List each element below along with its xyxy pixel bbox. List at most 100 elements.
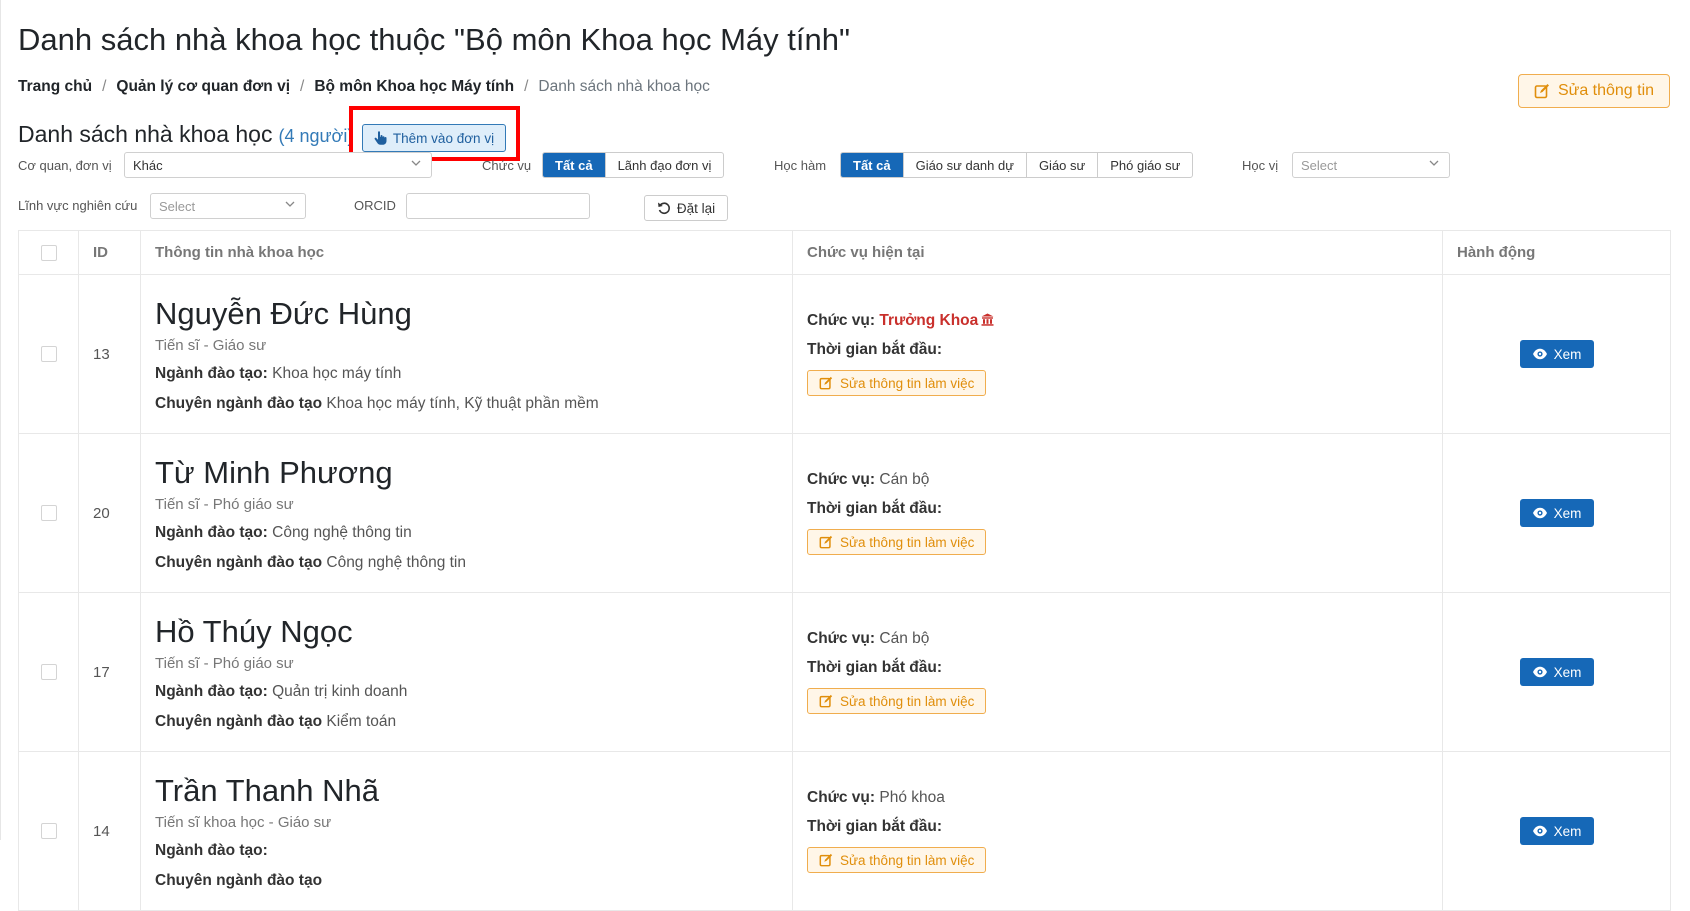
table-row: 20 Từ Minh Phương Tiến sĩ - Phó giáo sư Ngà…	[18, 433, 1671, 593]
eye-icon	[1532, 348, 1547, 360]
row-select-cell	[18, 592, 79, 752]
row-checkbox[interactable]	[40, 664, 57, 680]
scientist-degree: Tiến sĩ - Giáo sư	[155, 337, 267, 354]
add-to-unit-label: Thêm vào đơn vị	[392, 130, 495, 146]
breadcrumb-department[interactable]: Bộ môn Khoa học Máy tính	[314, 78, 514, 96]
degree-select[interactable]: Select	[1292, 152, 1450, 178]
specialization-label: Chuyên ngành đào tạo	[155, 713, 323, 730]
reset-button[interactable]: Đặt lại	[644, 195, 728, 221]
select-all-checkbox[interactable]	[40, 244, 57, 261]
table-row: 13 Nguyễn Đức Hùng Tiến sĩ - Giáo sư Ngành …	[18, 274, 1671, 434]
edit-work-info-button[interactable]: Sửa thông tin làm việc	[807, 688, 987, 714]
row-checkbox[interactable]	[40, 823, 57, 839]
edit-work-info-button[interactable]: Sửa thông tin làm việc	[807, 529, 987, 555]
table-header-row: ID Thông tin nhà khoa học Chức vụ hiện t…	[18, 230, 1671, 275]
position-label: Chức vụ:	[807, 630, 876, 647]
position-line: Chức vụ: Cán bộ	[807, 630, 1428, 648]
major-value: Công nghệ thông tin	[272, 524, 412, 541]
undo-icon	[657, 202, 670, 214]
position-label: Chức vụ:	[807, 312, 876, 329]
research-field-select[interactable]: Select	[150, 193, 306, 219]
current-position-cell: Chức vụ: Cán bộ Thời gian bắt đầu: Sửa th…	[792, 433, 1443, 593]
position-option-leader[interactable]: Lãnh đạo đơn vị	[604, 153, 724, 177]
row-id: 17	[78, 592, 141, 752]
scientist-specialization: Chuyên ngành đào tạo Công nghệ thông tin	[155, 554, 778, 572]
major-label: Ngành đào tạo:	[155, 842, 268, 859]
academic-title-filter-label: Học hàm	[774, 158, 827, 173]
eye-icon	[1532, 507, 1547, 519]
edit-work-info-label: Sửa thông tin làm việc	[840, 693, 975, 709]
breadcrumb-home[interactable]: Trang chủ	[18, 78, 92, 96]
table-row: 17 Hồ Thúy Ngọc Tiến sĩ - Phó giáo sư Ngành…	[18, 592, 1671, 752]
select-all-cell	[18, 230, 79, 275]
page-left-border	[0, 0, 1, 840]
action-column-header: Hành động	[1442, 230, 1671, 275]
degree-select-placeholder: Select	[1301, 157, 1338, 173]
info-column-header: Thông tin nhà khoa học	[140, 230, 793, 275]
view-button[interactable]: Xem	[1519, 499, 1594, 527]
edit-work-info-button[interactable]: Sửa thông tin làm việc	[807, 370, 987, 396]
view-label: Xem	[1553, 505, 1582, 521]
position-filter-group: Tất cả Lãnh đạo đơn vị	[542, 152, 725, 178]
add-to-unit-button[interactable]: Thêm vào đơn vị	[362, 124, 506, 152]
position-line: Chức vụ: Cán bộ	[807, 471, 1428, 489]
view-button[interactable]: Xem	[1519, 658, 1594, 686]
major-label: Ngành đào tạo:	[155, 524, 268, 541]
scientists-table: ID Thông tin nhà khoa học Chức vụ hiện t…	[18, 230, 1671, 911]
breadcrumb: Trang chủ / Quản lý cơ quan đơn vị / Bộ …	[18, 78, 710, 96]
view-label: Xem	[1553, 346, 1582, 362]
unit-select-value: Khác	[133, 157, 163, 173]
scientist-specialization: Chuyên ngành đào tạo Kiểm toán	[155, 713, 778, 731]
specialization-value: Kiểm toán	[326, 713, 397, 730]
academic-title-option-professor[interactable]: Giáo sư	[1025, 153, 1097, 177]
reset-label: Đặt lại	[676, 200, 716, 216]
row-id: 14	[78, 751, 141, 911]
start-time-label: Thời gian bắt đầu:	[807, 341, 943, 358]
id-column-header: ID	[78, 230, 141, 275]
row-select-cell	[18, 433, 79, 593]
view-button[interactable]: Xem	[1519, 340, 1594, 368]
edit-info-button[interactable]: Sửa thông tin	[1518, 74, 1670, 108]
breadcrumb-unit-management[interactable]: Quản lý cơ quan đơn vị	[116, 78, 290, 96]
row-checkbox[interactable]	[40, 505, 57, 521]
position-option-all[interactable]: Tất cả	[543, 153, 605, 177]
start-time-line: Thời gian bắt đầu:	[807, 818, 1428, 836]
scientist-degree: Tiến sĩ - Phó giáo sư	[155, 655, 294, 672]
orcid-input[interactable]	[406, 193, 590, 219]
row-select-cell	[18, 274, 79, 434]
scientist-major: Ngành đào tạo:	[155, 842, 778, 860]
view-label: Xem	[1553, 664, 1582, 680]
position-value: Cán bộ	[879, 630, 930, 647]
scientist-major: Ngành đào tạo: Quản trị kinh doanh	[155, 683, 778, 701]
position-filter-label: Chức vụ	[482, 158, 532, 173]
row-checkbox[interactable]	[40, 346, 57, 362]
row-id: 20	[78, 433, 141, 593]
position-value: Cán bộ	[879, 471, 930, 488]
table-row: 14 Trần Thanh Nhã Tiến sĩ khoa học - Giáo …	[18, 751, 1671, 911]
edit-icon	[1534, 84, 1549, 99]
list-title: Danh sách nhà khoa học	[18, 121, 273, 147]
edit-work-info-label: Sửa thông tin làm việc	[840, 852, 975, 868]
list-count: (4 người)	[278, 126, 354, 146]
eye-icon	[1532, 666, 1547, 678]
scientist-info-cell: Từ Minh Phương Tiến sĩ - Phó giáo sư Ngành…	[140, 433, 793, 593]
specialization-value: Khoa học máy tính, Kỹ thuật phần mềm	[326, 395, 599, 412]
position-column-header: Chức vụ hiện tại	[792, 230, 1443, 275]
academic-title-option-all[interactable]: Tất cả	[841, 153, 903, 177]
position-value: Phó khoa	[879, 789, 945, 806]
leader-badge-icon	[981, 313, 994, 326]
position-label: Chức vụ:	[807, 789, 876, 806]
scientist-name: Trần Thanh Nhã	[155, 773, 380, 808]
academic-title-option-honorary-professor[interactable]: Giáo sư danh dự	[902, 153, 1026, 177]
row-select-cell	[18, 751, 79, 911]
scientist-degree: Tiến sĩ khoa học - Giáo sư	[155, 814, 332, 831]
breadcrumb-separator: /	[300, 78, 305, 95]
start-time-line: Thời gian bắt đầu:	[807, 341, 1428, 359]
start-time-line: Thời gian bắt đầu:	[807, 659, 1428, 677]
unit-select[interactable]: Khác	[124, 152, 432, 178]
view-button[interactable]: Xem	[1519, 817, 1594, 845]
academic-title-option-associate-professor[interactable]: Phó giáo sư	[1097, 153, 1192, 177]
edit-work-info-button[interactable]: Sửa thông tin làm việc	[807, 847, 987, 873]
start-time-label: Thời gian bắt đầu:	[807, 659, 943, 676]
scientist-major: Ngành đào tạo: Khoa học máy tính	[155, 365, 778, 383]
